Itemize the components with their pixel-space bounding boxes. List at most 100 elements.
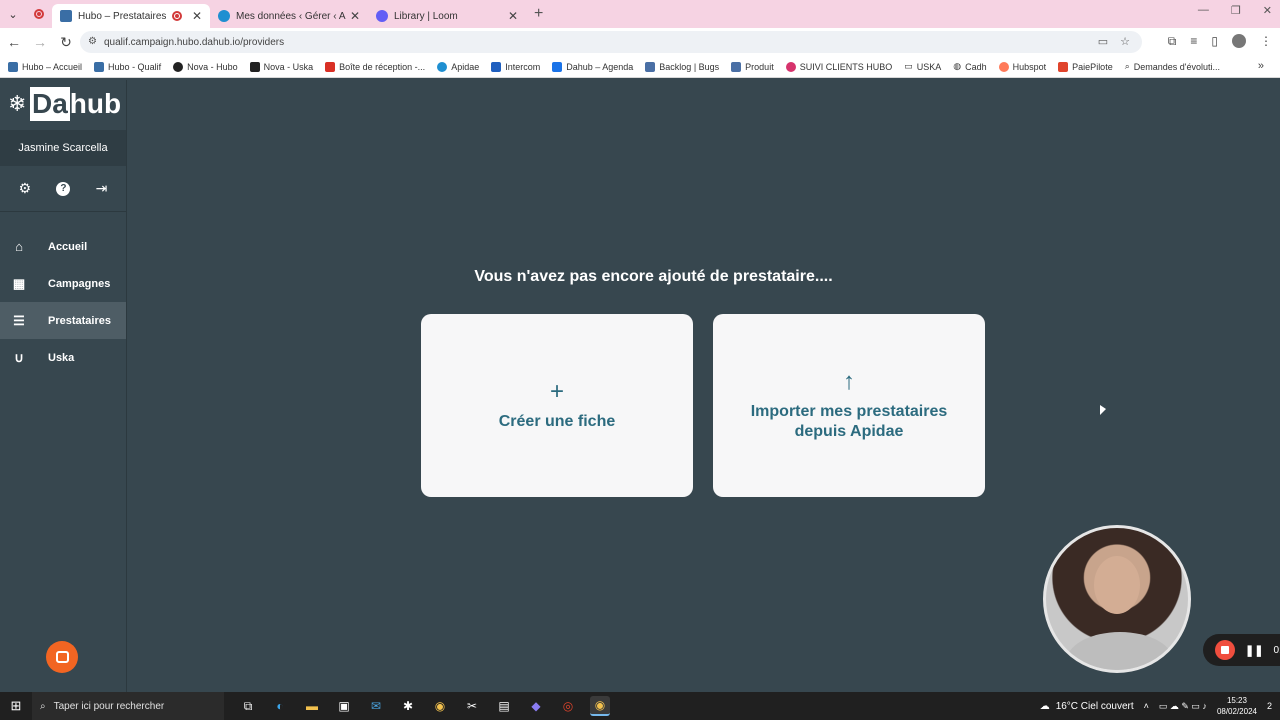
tray-chevron-icon[interactable]: ˄ bbox=[1144, 701, 1149, 711]
dahub-logo[interactable]: ❄ Da hub bbox=[0, 80, 126, 128]
profile-avatar[interactable] bbox=[1232, 34, 1246, 48]
browser-toolbar: ⧉ ≡ ▯ ⋮ bbox=[1168, 34, 1272, 49]
browser-tab-bar: ⌄ Hubo – Prestataires ✕ Mes données ‹ Gé… bbox=[0, 0, 1280, 28]
site-info-icon[interactable]: ⚙ bbox=[88, 36, 97, 47]
search-icon: ⌕ bbox=[40, 700, 46, 712]
browser-tab-2[interactable]: Library | Loom ✕ bbox=[368, 4, 526, 28]
bookmark-favicon-icon bbox=[491, 61, 502, 72]
chat-launcher-button[interactable] bbox=[46, 641, 78, 673]
bookmark-label: Cadh bbox=[965, 61, 987, 72]
edge-icon[interactable]: ◐ bbox=[270, 696, 290, 716]
system-tray: ☁ 16°C Ciel couvert ˄ ▭ ☁ ✎ ▭ ♪ 15:23 08… bbox=[1040, 692, 1280, 720]
minimize-icon[interactable]: — bbox=[1198, 4, 1209, 17]
bookmark-item[interactable]: Boîte de réception -... bbox=[325, 61, 425, 72]
bookmark-label: Nova - Hubo bbox=[187, 61, 238, 72]
restore-icon[interactable]: ❐ bbox=[1231, 4, 1241, 17]
bookmark-label: Hubspot bbox=[1012, 61, 1047, 72]
sidebar-item-prestataires[interactable]: ☰ Prestataires bbox=[0, 302, 126, 339]
bookmark-star-icon[interactable]: ☆ bbox=[1120, 35, 1130, 48]
loom-icon[interactable]: ◎ bbox=[558, 696, 578, 716]
bookmark-folder[interactable]: ▭ USKA bbox=[904, 61, 941, 72]
stop-recording-button[interactable] bbox=[1215, 640, 1235, 660]
forward-arrow-icon[interactable]: → bbox=[28, 34, 52, 50]
home-icon: ⌂ bbox=[15, 239, 23, 254]
chrome-active-icon[interactable]: ◉ bbox=[590, 696, 610, 716]
close-window-icon[interactable]: ✕ bbox=[1263, 4, 1272, 17]
bookmark-item[interactable]: PaiePilote bbox=[1058, 61, 1113, 72]
chat-icon bbox=[55, 651, 69, 663]
bookmark-item[interactable]: ◍ Cadh bbox=[953, 61, 986, 72]
cloud-icon: ☁ bbox=[1039, 700, 1050, 712]
sidebar-item-label: Campagnes bbox=[48, 277, 111, 290]
sidebar-item-uska[interactable]: ∪ Uska bbox=[0, 339, 126, 376]
bookmark-item[interactable]: Backlog | Bugs bbox=[645, 61, 719, 72]
settings-gear-icon[interactable]: ⚙ bbox=[19, 180, 32, 197]
browser-tab-0[interactable]: Hubo – Prestataires ✕ bbox=[52, 4, 210, 28]
windows-start-icon[interactable]: ⊞ bbox=[0, 698, 32, 714]
weather-widget[interactable]: ☁ 16°C Ciel couvert bbox=[1040, 701, 1134, 712]
help-icon[interactable]: ? bbox=[56, 181, 71, 196]
bookmark-item[interactable]: SUIVI CLIENTS HUBO bbox=[785, 61, 892, 72]
webcam-shirt bbox=[1066, 632, 1174, 670]
snipping-icon[interactable]: ✂ bbox=[462, 696, 482, 716]
sidebar-item-label: Uska bbox=[48, 351, 75, 364]
media-icon[interactable]: ≡ bbox=[1190, 34, 1197, 49]
bookmarks-overflow-icon[interactable]: » bbox=[1258, 60, 1264, 72]
gmail-favicon-icon bbox=[325, 61, 336, 72]
back-arrow-icon[interactable]: ← bbox=[2, 34, 26, 50]
taskbar-search[interactable]: ⌕ Taper ici pour rechercher bbox=[32, 692, 224, 720]
extensions-icon[interactable]: ⧉ bbox=[1168, 34, 1177, 49]
file-explorer-icon[interactable]: ▬ bbox=[302, 696, 322, 716]
bookmark-item[interactable]: Apidae bbox=[437, 61, 479, 72]
bookmark-favicon-icon bbox=[998, 61, 1009, 72]
chrome-icon[interactable]: ◉ bbox=[430, 696, 450, 716]
sidebar-item-accueil[interactable]: ⌂ Accueil bbox=[0, 228, 126, 265]
bookmark-item[interactable]: Nova - Uska bbox=[249, 61, 313, 72]
bookmark-item[interactable]: Nova - Hubo bbox=[173, 61, 238, 72]
bookmark-item[interactable]: Produit bbox=[731, 61, 774, 72]
close-tab-icon[interactable]: ✕ bbox=[508, 9, 518, 23]
address-bar-row: ← → ↻ ⚙ qualif.campaign.hubo.dahub.io/pr… bbox=[0, 28, 1280, 56]
bookmark-item[interactable]: Hubo – Accueil bbox=[8, 61, 82, 72]
reload-icon[interactable]: ↻ bbox=[54, 34, 78, 51]
url-omnibox[interactable]: ⚙ qualif.campaign.hubo.dahub.io/provider… bbox=[80, 31, 1142, 53]
create-provider-card[interactable]: + Créer une fiche bbox=[421, 314, 693, 497]
task-view-icon[interactable]: ⧉ bbox=[238, 696, 258, 716]
calculator-icon[interactable]: ▤ bbox=[494, 696, 514, 716]
pause-icon[interactable]: ❚❚ bbox=[1245, 644, 1263, 657]
clock[interactable]: 15:23 08/02/2024 bbox=[1217, 695, 1257, 717]
menu-kebab-icon[interactable]: ⋮ bbox=[1260, 34, 1272, 49]
tray-icons[interactable]: ▭ ☁ ✎ ▭ ♪ bbox=[1159, 701, 1207, 712]
bookmark-label: Hubo - Qualif bbox=[108, 61, 162, 72]
logout-icon[interactable]: ⇥ bbox=[96, 180, 108, 197]
cast-icon[interactable]: ▭ bbox=[1098, 35, 1108, 48]
bookmark-label: PaiePilote bbox=[1072, 61, 1113, 72]
bookmark-item[interactable]: Intercom bbox=[491, 61, 540, 72]
logo-text: hub bbox=[69, 88, 122, 119]
bookmark-item[interactable]: Hubo - Qualif bbox=[94, 61, 162, 72]
bookmark-favicon-icon bbox=[249, 61, 260, 72]
app-icon[interactable]: ◆ bbox=[526, 696, 546, 716]
side-panel-icon[interactable]: ▯ bbox=[1211, 34, 1218, 49]
browser-tab-1[interactable]: Mes données ‹ Gérer ‹ Apidae ✕ bbox=[210, 4, 368, 28]
notification-badge[interactable]: 2 bbox=[1267, 701, 1272, 711]
new-tab-button[interactable]: + bbox=[534, 5, 543, 23]
close-tab-icon[interactable]: ✕ bbox=[192, 9, 202, 23]
sidebar-item-campagnes[interactable]: ▦ Campagnes bbox=[0, 265, 126, 302]
import-apidae-card[interactable]: ↑ Importer mes prestataires depuis Apida… bbox=[713, 314, 985, 497]
windows-taskbar: ⊞ ⌕ Taper ici pour rechercher ⧉ ◐ ▬ ▣ ✉ … bbox=[0, 692, 1280, 720]
bookmark-item[interactable]: Hubspot bbox=[998, 61, 1047, 72]
bookmark-item[interactable]: Dahub – Agenda bbox=[552, 61, 633, 72]
bookmark-item[interactable]: ⌕ Demandes d'évoluti... bbox=[1125, 61, 1220, 72]
webcam-bubble[interactable] bbox=[1043, 525, 1191, 673]
loom-favicon-icon bbox=[376, 10, 388, 22]
hubo-favicon-icon bbox=[60, 10, 72, 22]
tab-search-chevron-icon[interactable]: ⌄ bbox=[0, 0, 26, 28]
user-tools: ⚙ ? ⇥ bbox=[0, 166, 126, 212]
store-icon[interactable]: ▣ bbox=[334, 696, 354, 716]
close-tab-icon[interactable]: ✕ bbox=[350, 9, 360, 23]
bookmark-favicon-icon bbox=[785, 61, 796, 72]
slack-icon[interactable]: ✱ bbox=[398, 696, 418, 716]
bookmarks-bar: Hubo – Accueil Hubo - Qualif Nova - Hubo… bbox=[0, 56, 1280, 78]
mail-icon[interactable]: ✉ bbox=[366, 696, 386, 716]
